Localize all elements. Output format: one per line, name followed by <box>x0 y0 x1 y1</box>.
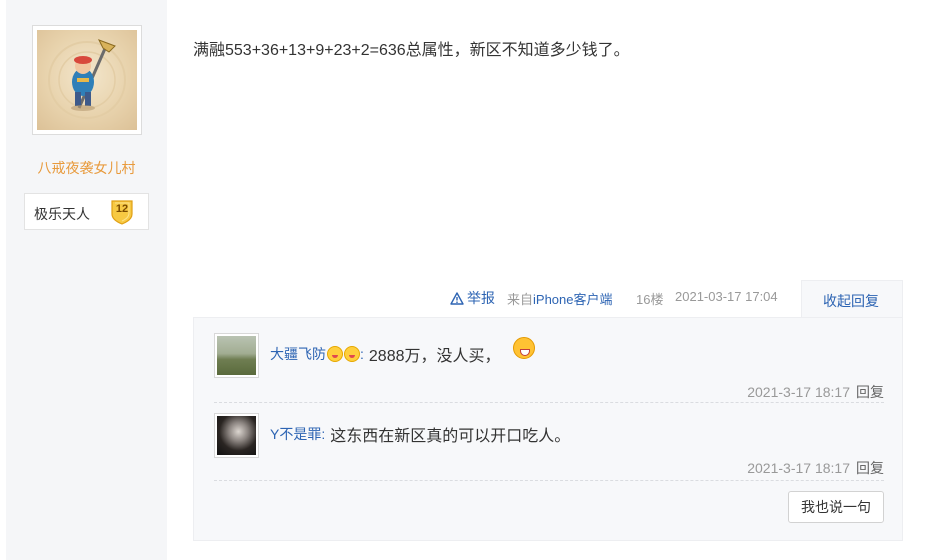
badge-title: 极乐天人 <box>34 206 90 222</box>
user-badge[interactable]: 极乐天人 12 <box>24 193 149 230</box>
reply-avatar[interactable] <box>214 333 259 378</box>
reply-button[interactable]: 回复 <box>856 460 884 476</box>
reply-text: 2888万，没人买， <box>368 348 501 365</box>
reply-username[interactable]: Y不是罪 <box>270 424 321 444</box>
collapse-replies-button[interactable]: 收起回复 <box>801 280 903 318</box>
report-link[interactable]: 举报 <box>450 288 495 308</box>
author-name[interactable]: 八戒夜袭女儿村 <box>6 158 167 178</box>
avatar-image <box>217 416 256 455</box>
level-badge-icon: 12 <box>109 198 135 225</box>
reply-text: 这东西在新区真的可以开口吃人。 <box>330 428 571 445</box>
reply-item: 大疆飞防 : 2888万，没人买， 2021-3-17 18:17 回复 <box>214 333 884 403</box>
warning-icon <box>450 291 464 305</box>
avatar-image <box>217 336 256 375</box>
client-link[interactable]: iPhone客户端 <box>533 292 612 307</box>
post-content: 满融553+36+13+9+23+2=636总属性，新区不知道多少钱了。 <box>193 42 630 59</box>
reply-time: 2021-3-17 18:17 <box>747 384 850 400</box>
post-tail: 举报 来自iPhone客户端 16楼 2021-03-17 17:04 收起回复 <box>0 280 932 318</box>
post-time: 2021-03-17 17:04 <box>675 289 778 304</box>
reply-separator: : <box>360 346 364 362</box>
reply-panel: 大疆飞防 : 2888万，没人买， 2021-3-17 18:17 回复 Y不是罪… <box>193 317 903 541</box>
add-reply-button[interactable]: 我也说一句 <box>788 491 884 523</box>
floor-number: 16楼 <box>636 292 664 307</box>
kiss-emoji-icon <box>327 346 343 362</box>
character-figure-icon <box>48 39 126 119</box>
reply-time: 2021-3-17 18:17 <box>747 460 850 476</box>
author-column: 八戒夜袭女儿村 极乐天人 12 <box>6 0 167 560</box>
reply-meta: 2021-3-17 18:17 回复 <box>747 458 884 478</box>
reply-username[interactable]: 大疆飞防 <box>270 344 326 364</box>
author-avatar[interactable] <box>32 25 142 135</box>
badge-level-number: 12 <box>115 203 129 215</box>
reply-item: Y不是罪 : 这东西在新区真的可以开口吃人。 2021-3-17 18:17 回复 <box>214 413 884 481</box>
client-source: 来自iPhone客户端 <box>507 289 613 308</box>
reply-header: 大疆飞防 : 2888万，没人买， <box>270 337 535 366</box>
laughing-emoji-icon <box>512 337 535 359</box>
reply-meta: 2021-3-17 18:17 回复 <box>747 382 884 402</box>
kiss-emoji-icon <box>344 346 360 362</box>
client-prefix: 来自 <box>507 292 534 307</box>
reply-avatar[interactable] <box>214 413 259 458</box>
report-label: 举报 <box>467 290 495 306</box>
reply-separator: : <box>321 426 326 442</box>
reply-button[interactable]: 回复 <box>856 384 884 400</box>
reply-header: Y不是罪 : 这东西在新区真的可以开口吃人。 <box>270 422 570 446</box>
collapse-label: 收起回复 <box>823 293 879 309</box>
avatar-image <box>37 30 137 130</box>
